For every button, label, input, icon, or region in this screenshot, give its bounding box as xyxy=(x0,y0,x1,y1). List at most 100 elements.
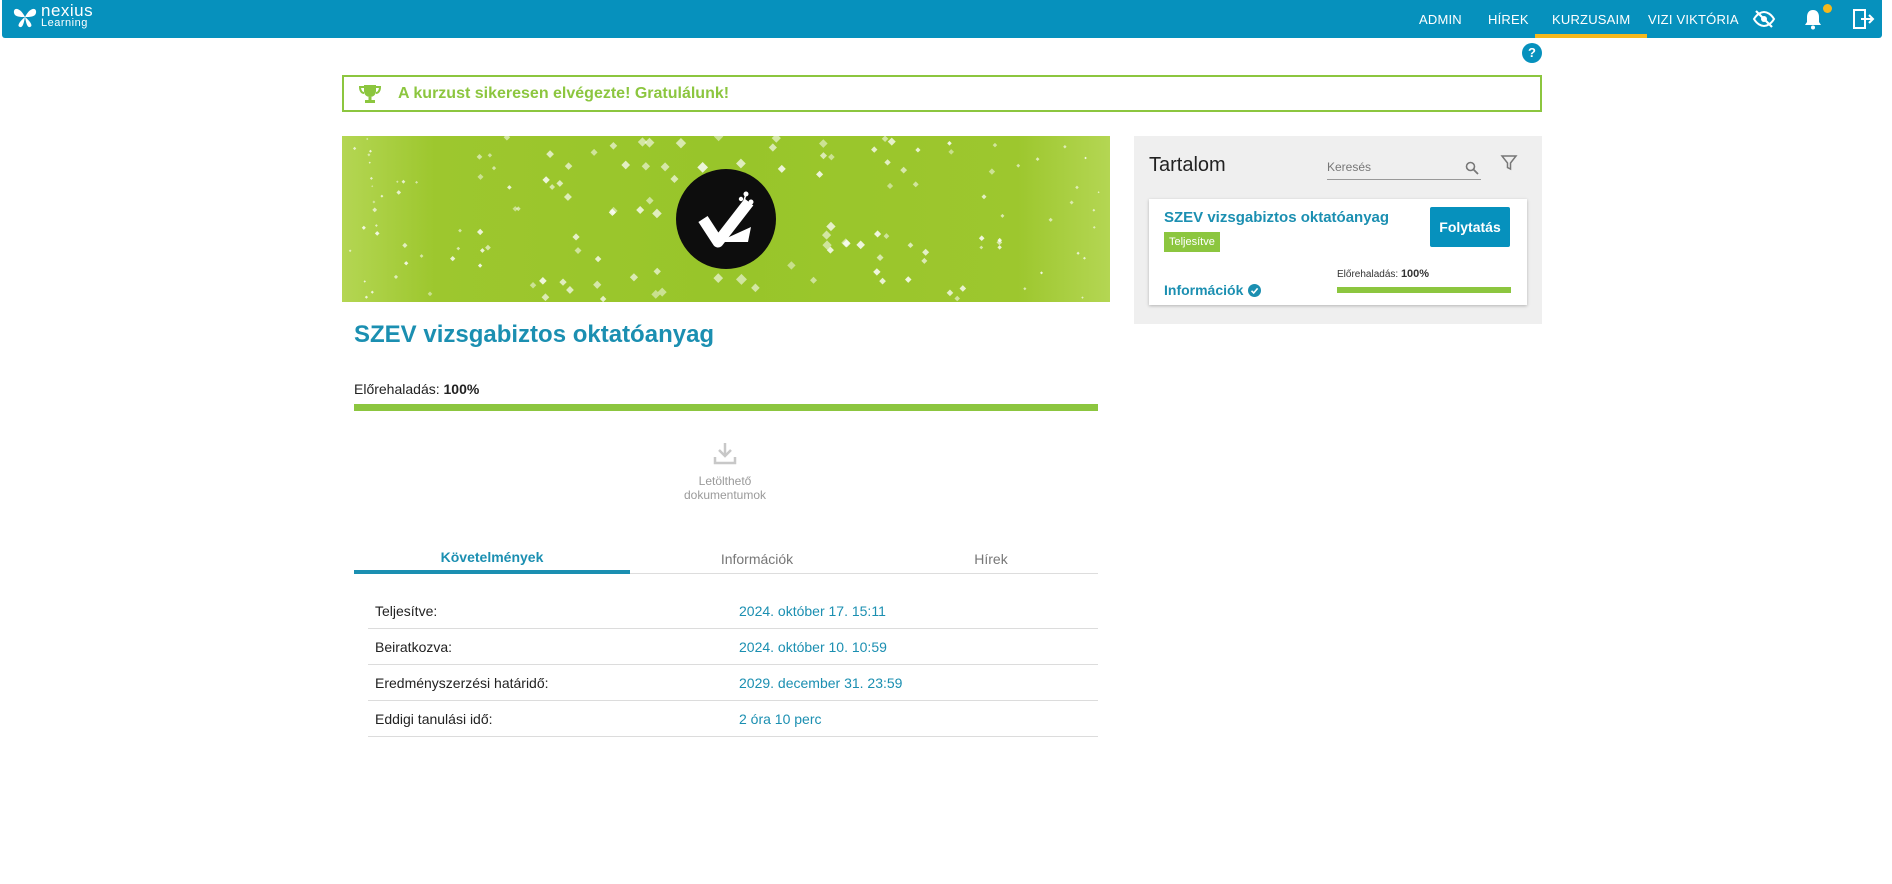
sparkle xyxy=(396,180,399,183)
sparkle xyxy=(828,153,835,161)
sparkle xyxy=(590,148,598,156)
tab-requirements[interactable]: Követelmények xyxy=(354,543,630,574)
sparkle xyxy=(675,137,687,149)
sparkle xyxy=(883,233,890,239)
search-input[interactable] xyxy=(1327,156,1457,178)
sparkle xyxy=(904,276,912,283)
sparkle xyxy=(512,206,518,212)
sparkle xyxy=(539,277,547,285)
tab-news[interactable]: Hírek xyxy=(884,543,1098,574)
sparkle xyxy=(1016,163,1021,168)
course-title: SZEV vizsgabiztos oktatóanyag xyxy=(354,321,715,348)
sparkle xyxy=(491,166,497,171)
card-progress-label: Előrehaladás: 100% xyxy=(1337,268,1429,280)
content-card: SZEV vizsgabiztos oktatóanyag Teljesítve… xyxy=(1149,199,1527,305)
sparkle xyxy=(887,137,896,146)
sparkle xyxy=(636,205,645,215)
sparkle xyxy=(507,185,512,190)
nexius-logo[interactable]: nexius Learning xyxy=(12,1,94,30)
sparkle xyxy=(1081,296,1084,299)
sparkle xyxy=(1092,225,1096,229)
download-label-line2: dokumentumok xyxy=(683,488,767,502)
progress-text: Előrehaladás: xyxy=(354,381,440,397)
sparkle xyxy=(476,153,483,160)
nav-news[interactable]: HÍREK xyxy=(1488,0,1529,38)
sparkle xyxy=(819,152,828,160)
sparkle xyxy=(564,162,573,170)
row-value: 2024. október 17. 15:11 xyxy=(739,602,886,619)
sparkle xyxy=(821,230,832,240)
sparkle xyxy=(735,273,747,285)
hide-icon[interactable] xyxy=(1752,7,1776,31)
logo-text: nexius xyxy=(41,1,94,20)
sparkle xyxy=(1082,256,1086,260)
sparkle xyxy=(876,254,884,262)
nav-my-courses-label: KURZUSAIM xyxy=(1552,11,1631,27)
bell-icon[interactable] xyxy=(1801,7,1825,31)
row-label: Teljesítve: xyxy=(375,602,438,619)
sparkle xyxy=(1023,287,1027,291)
sparkle xyxy=(660,162,670,172)
panel-title: Tartalom xyxy=(1149,154,1226,176)
sparkle xyxy=(477,263,483,268)
sparkle xyxy=(1035,157,1040,161)
help-button[interactable]: ? xyxy=(1522,43,1542,63)
filter-icon[interactable] xyxy=(1500,154,1518,172)
downloadable-documents[interactable]: Letölthető dokumentumok xyxy=(660,440,790,502)
course-logo xyxy=(676,169,776,269)
sparkle xyxy=(1048,217,1053,222)
sparkle xyxy=(771,136,781,143)
sparkle xyxy=(374,224,378,227)
sparkle xyxy=(427,291,433,297)
sparkle xyxy=(777,164,786,173)
sparkle xyxy=(574,247,582,254)
sparkle xyxy=(563,192,572,201)
butterfly-logo-icon xyxy=(13,8,37,28)
sparkle xyxy=(826,221,836,232)
sparkle xyxy=(599,295,607,302)
sparkle xyxy=(768,143,777,152)
sparkle xyxy=(594,255,602,263)
continue-button[interactable]: Folytatás xyxy=(1430,207,1510,247)
sparkle xyxy=(1000,213,1005,218)
sparkle xyxy=(997,245,1002,250)
sparkle xyxy=(988,168,996,175)
search-icon[interactable] xyxy=(1465,161,1479,175)
info-link[interactable]: Információk xyxy=(1164,282,1262,298)
sparkle xyxy=(352,146,357,151)
sparkle xyxy=(363,280,366,283)
sparkle xyxy=(393,274,399,280)
logout-icon[interactable] xyxy=(1851,7,1875,31)
checkmark-logo-icon xyxy=(698,191,754,248)
sparkle xyxy=(881,136,889,143)
course-progress-fill xyxy=(354,404,1098,411)
sparkle xyxy=(981,194,987,200)
sparkle xyxy=(979,245,984,250)
sparkle xyxy=(948,149,955,155)
sparkle xyxy=(1075,185,1079,190)
sparkle xyxy=(886,182,894,190)
sparkle xyxy=(900,166,908,174)
check-circle-icon xyxy=(1248,283,1262,297)
requirements-table: Teljesítve: 2024. október 17. 15:11 Beir… xyxy=(368,593,1098,737)
sparkle xyxy=(368,161,371,164)
sparkle xyxy=(458,228,462,233)
card-title[interactable]: SZEV vizsgabiztos oktatóanyag xyxy=(1164,209,1389,226)
sparkle xyxy=(787,261,796,270)
sparkle xyxy=(401,179,406,184)
nav-my-courses[interactable]: KURZUSAIM xyxy=(1535,0,1648,38)
sparkle xyxy=(415,180,419,184)
sparkle xyxy=(480,248,485,253)
nav-user[interactable]: VIZI VIKTÓRIA xyxy=(1648,0,1739,38)
table-row: Teljesítve: 2024. október 17. 15:11 xyxy=(368,593,1098,629)
sparkle xyxy=(653,267,661,276)
status-badge: Teljesítve xyxy=(1164,232,1220,252)
sparkle xyxy=(369,149,372,153)
sparkle xyxy=(556,179,564,187)
card-progress-bar xyxy=(1337,287,1511,293)
tab-information[interactable]: Információk xyxy=(630,543,884,574)
table-row: Beiratkozva: 2024. október 10. 10:59 xyxy=(368,629,1098,665)
sparkle xyxy=(629,273,639,282)
nav-admin[interactable]: ADMIN xyxy=(1419,0,1462,38)
sparkle xyxy=(374,231,380,236)
